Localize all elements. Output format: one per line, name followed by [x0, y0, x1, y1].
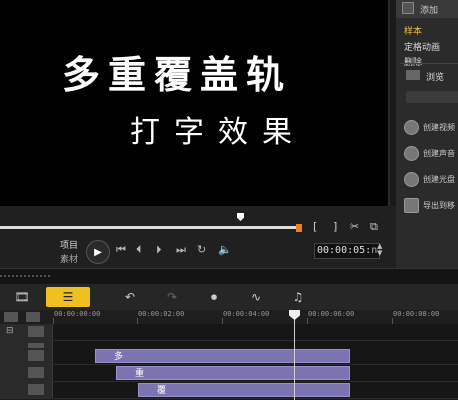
browse-icon[interactable]: [406, 70, 420, 80]
mark-out-button[interactable]: ]: [333, 220, 337, 233]
device-icon: [404, 198, 419, 213]
library-item-samples[interactable]: 样本: [404, 24, 422, 37]
divider: [400, 63, 458, 64]
library-panel: 添加 样本 定格动画 删除 浏览 创建视频 创建声音 创建光盘 导出到移: [396, 0, 458, 268]
scissors-icon[interactable]: ✂: [350, 220, 359, 233]
track-row: 覆: [0, 382, 458, 399]
scrub-bar[interactable]: [0, 226, 300, 229]
record-icon: ⏺: [210, 289, 217, 304]
undo-button[interactable]: ↶: [116, 287, 144, 307]
video-track-icon: ⊟: [6, 326, 14, 336]
timeline-icon: ☰: [62, 290, 74, 304]
create-audio-action[interactable]: 创建声音: [404, 146, 455, 161]
ruler-tick-label: 00:00:08:00: [393, 310, 440, 318]
scrub-handle[interactable]: [237, 213, 244, 221]
ruler-tick-label: 00:00:02:00: [138, 310, 185, 318]
mode-project[interactable]: 项目: [60, 238, 78, 251]
overlay-track-icon: [28, 350, 44, 361]
browse-button[interactable]: 浏览: [426, 70, 444, 83]
repeat-icon[interactable]: ↻: [197, 243, 206, 256]
overlay-text-title: 多重覆盖轨: [62, 53, 293, 97]
export-device-action[interactable]: 导出到移: [404, 198, 455, 213]
splitter-grip: [0, 275, 50, 279]
disc-icon: [404, 172, 419, 187]
audio-mixer-button[interactable]: ∿: [242, 287, 270, 307]
storyboard-view-button[interactable]: 🎞: [8, 287, 36, 307]
create-disc-action[interactable]: 创建光盘: [404, 172, 455, 187]
track-header[interactable]: [0, 348, 53, 364]
library-item-delete[interactable]: 删除: [404, 55, 422, 68]
play-icon: ▶: [94, 246, 102, 258]
film-strip-icon: 🎞: [14, 290, 30, 304]
mode-clip[interactable]: 素材: [60, 252, 78, 265]
library-scroll-tab[interactable]: [406, 91, 458, 103]
timeline-view-button[interactable]: ☰: [46, 287, 90, 307]
timeline-ruler[interactable]: 00:00:00:00 00:00:02:00 00:00:04:00 00:0…: [0, 310, 458, 324]
previous-frame-icon[interactable]: ⏴: [136, 243, 142, 257]
overlay-text-subtitle: 打字效果: [130, 115, 306, 150]
record-capture-button[interactable]: ⏺: [200, 287, 228, 307]
track-row: 重: [0, 365, 458, 382]
track-manager-icon[interactable]: [4, 312, 18, 322]
waveform-icon: ∿: [250, 290, 262, 304]
create-video-action[interactable]: 创建视频: [404, 120, 455, 135]
overlay-clip[interactable]: 多: [95, 349, 350, 363]
timecode-stepper[interactable]: ▲ ▼: [377, 243, 382, 257]
track-header[interactable]: ⊟: [0, 324, 53, 340]
auto-music-button[interactable]: ♫: [284, 287, 312, 307]
playback-panel: [ ] ✂ ⧉ 项目 素材 ▶ ⏮ ⏴ ⏵ ⏭ ↻ 🔈 00:00:05:n ▲…: [0, 206, 396, 268]
overlay-track-icon: [28, 367, 44, 378]
scrub-end-marker[interactable]: [296, 224, 302, 232]
play-button[interactable]: ▶: [86, 240, 110, 264]
track-header[interactable]: [0, 382, 53, 398]
track-toggle-icon[interactable]: [28, 326, 44, 337]
library-item-stop-motion[interactable]: 定格动画: [404, 40, 440, 53]
next-frame-icon[interactable]: ⏵: [156, 243, 162, 257]
library-top-bar: 添加: [396, 0, 458, 18]
chapter-icon[interactable]: [26, 312, 40, 322]
film-reel-icon: [404, 120, 419, 135]
track-row: ⊟: [0, 324, 458, 341]
add-button-label[interactable]: 添加: [420, 3, 438, 16]
track-header[interactable]: [0, 365, 53, 381]
undo-icon: ↶: [124, 290, 136, 304]
go-to-end-icon[interactable]: ⏭: [176, 243, 186, 257]
overlay-track-icon: [28, 384, 44, 395]
playhead-line[interactable]: [294, 312, 295, 400]
ruler-tick-label: 00:00:00:00: [54, 310, 101, 318]
overlay-clip[interactable]: 重: [116, 366, 350, 380]
ruler-tick-label: 00:00:06:00: [308, 310, 355, 318]
timeline-toolbar: 🎞 ☰ ↶ ↷ ⏺ ∿ ♫: [0, 284, 458, 310]
redo-button[interactable]: ↷: [158, 287, 186, 307]
overlay-clip[interactable]: 覆: [138, 383, 350, 397]
chevron-down-icon[interactable]: ▼: [377, 250, 382, 257]
volume-icon[interactable]: 🔈: [218, 243, 232, 256]
preview-window: 多重覆盖轨 打字效果: [0, 0, 390, 206]
ruler-tick-label: 00:00:04:00: [223, 310, 270, 318]
add-icon[interactable]: [402, 2, 414, 14]
go-to-start-icon[interactable]: ⏮: [116, 243, 126, 257]
mark-in-button[interactable]: [: [313, 220, 317, 233]
expand-icon[interactable]: ⧉: [370, 220, 378, 234]
redo-icon: ↷: [166, 290, 178, 304]
track-row: 多: [0, 348, 458, 365]
timecode-display[interactable]: 00:00:05:n: [314, 243, 380, 259]
audio-disc-icon: [404, 146, 419, 161]
music-icon: ♫: [292, 290, 304, 304]
